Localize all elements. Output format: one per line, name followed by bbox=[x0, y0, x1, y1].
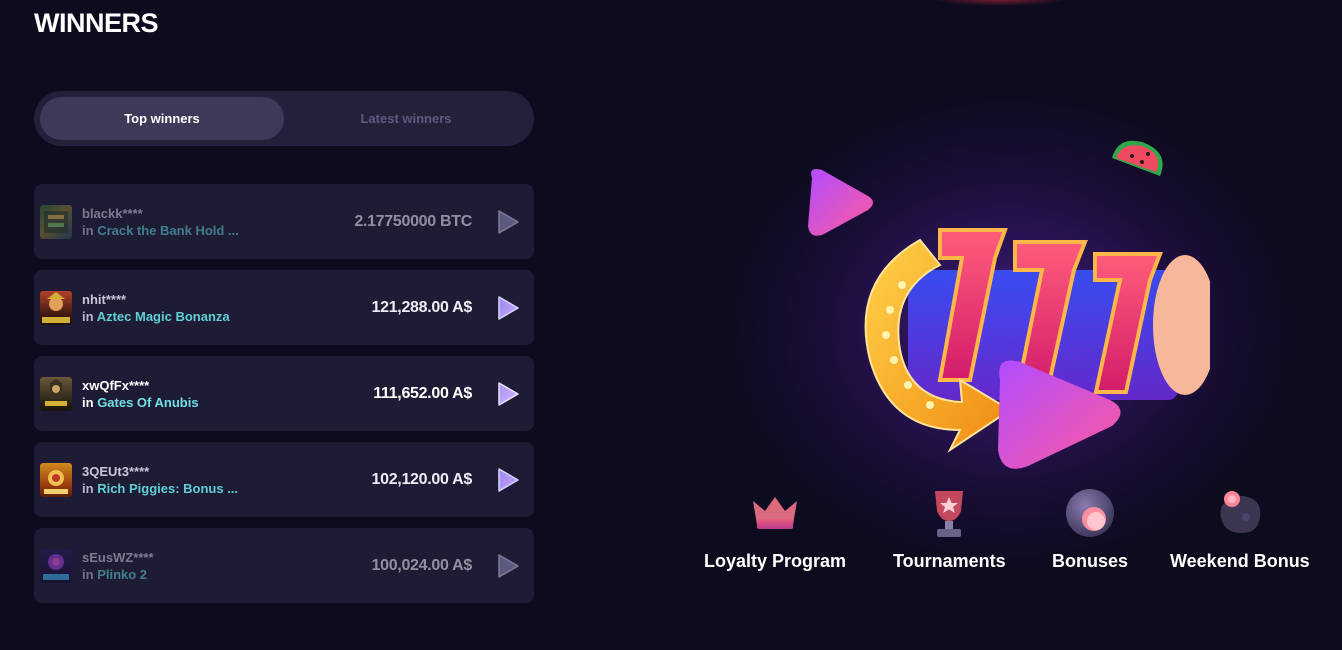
seven-seven-seven-icon bbox=[937, 228, 1163, 394]
winner-game: in Crack the Bank Hold ... bbox=[82, 222, 354, 239]
winner-game: in Aztec Magic Bonanza bbox=[82, 308, 372, 325]
feature-label: Loyalty Program bbox=[704, 551, 847, 571]
gates-of-anubis-thumb[interactable] bbox=[40, 376, 72, 411]
hero-777-illustration bbox=[790, 130, 1217, 480]
winners-list: blackk**** in Crack the Bank Hold ... 2.… bbox=[34, 184, 534, 614]
aztec-magic-thumb[interactable] bbox=[40, 290, 72, 325]
winner-username: nhit**** bbox=[82, 291, 127, 307]
winner-info: xwQfFx**** in Gates Of Anubis bbox=[82, 377, 373, 411]
winner-row[interactable]: blackk**** in Crack the Bank Hold ... 2.… bbox=[34, 184, 534, 259]
winner-game: in Gates Of Anubis bbox=[82, 394, 373, 411]
winner-game-prefix: in bbox=[82, 566, 94, 582]
winner-info: sEusWZ**** in Plinko 2 bbox=[82, 549, 372, 583]
winner-game: in Rich Piggies: Bonus ... bbox=[82, 480, 372, 497]
winner-username: xwQfFx**** bbox=[82, 377, 150, 393]
winner-row[interactable]: 3QEUt3**** in Rich Piggies: Bonus ... 10… bbox=[34, 442, 534, 517]
winner-amount: 102,120.00 A$ bbox=[371, 470, 473, 488]
winner-game-prefix: in bbox=[82, 394, 94, 410]
bonus-orb-icon bbox=[1062, 485, 1118, 541]
winner-game-link[interactable]: Gates Of Anubis bbox=[97, 395, 198, 410]
winner-game-link[interactable]: Crack the Bank Hold ... bbox=[97, 223, 239, 238]
crack-the-bank-thumb[interactable] bbox=[40, 204, 72, 239]
winner-username: sEusWZ**** bbox=[82, 549, 154, 565]
tab-top-winners[interactable]: Top winners bbox=[40, 97, 284, 140]
rich-piggies-thumb[interactable] bbox=[40, 462, 72, 497]
winners-tabs: Top winners Latest winners bbox=[34, 91, 534, 146]
feature-label: Bonuses bbox=[1052, 551, 1129, 571]
play-icon[interactable] bbox=[494, 466, 522, 494]
winner-amount: 111,652.00 A$ bbox=[373, 384, 472, 402]
winner-row[interactable]: nhit**** in Aztec Magic Bonanza 121,288.… bbox=[34, 270, 534, 345]
winner-row[interactable]: xwQfFx**** in Gates Of Anubis 111,652.00… bbox=[34, 356, 534, 431]
tab-latest-winners[interactable]: Latest winners bbox=[284, 97, 528, 140]
winner-game: in Plinko 2 bbox=[82, 566, 372, 583]
winner-amount: 2.17750000 BTC bbox=[354, 212, 472, 230]
trophy-icon bbox=[921, 485, 977, 541]
winner-game-link[interactable]: Plinko 2 bbox=[97, 567, 147, 582]
winner-info: 3QEUt3**** in Rich Piggies: Bonus ... bbox=[82, 463, 372, 497]
play-icon[interactable] bbox=[494, 208, 522, 236]
feature-label: Tournaments bbox=[893, 551, 1006, 571]
feature-label: Weekend Bonus bbox=[1170, 551, 1310, 571]
winner-game-link[interactable]: Aztec Magic Bonanza bbox=[97, 309, 230, 324]
weekend-bonus-icon bbox=[1212, 485, 1268, 541]
plinko-thumb[interactable] bbox=[40, 548, 72, 583]
small-play-decoration bbox=[808, 169, 873, 236]
feature-tournaments[interactable]: Tournaments bbox=[893, 485, 1006, 572]
feature-bonuses[interactable]: Bonuses bbox=[1052, 485, 1128, 572]
winner-game-prefix: in bbox=[82, 480, 94, 496]
winner-info: nhit**** in Aztec Magic Bonanza bbox=[82, 291, 372, 325]
feature-loyalty-program[interactable]: Loyalty Program bbox=[704, 485, 846, 572]
winner-game-prefix: in bbox=[82, 222, 94, 238]
page-title: WINNERS bbox=[34, 8, 159, 38]
winner-amount: 121,288.00 A$ bbox=[371, 298, 473, 316]
crown-icon bbox=[747, 485, 803, 541]
features-bar: Loyalty Program Tournaments Bonuses Week… bbox=[690, 485, 1330, 585]
winner-row[interactable]: sEusWZ**** in Plinko 2 100,024.00 A$ bbox=[34, 528, 534, 603]
feature-weekend-bonus[interactable]: Weekend Bonus bbox=[1170, 485, 1310, 572]
winner-username: blackk**** bbox=[82, 205, 143, 221]
winner-game-link[interactable]: Rich Piggies: Bonus ... bbox=[97, 481, 238, 496]
play-icon[interactable] bbox=[494, 294, 522, 322]
winner-username: 3QEUt3**** bbox=[82, 463, 150, 479]
play-icon[interactable] bbox=[494, 552, 522, 580]
winner-game-prefix: in bbox=[82, 308, 94, 324]
winner-amount: 100,024.00 A$ bbox=[371, 556, 473, 574]
winner-info: blackk**** in Crack the Bank Hold ... bbox=[82, 205, 354, 239]
play-icon[interactable] bbox=[494, 380, 522, 408]
watermelon-icon bbox=[1112, 140, 1163, 176]
